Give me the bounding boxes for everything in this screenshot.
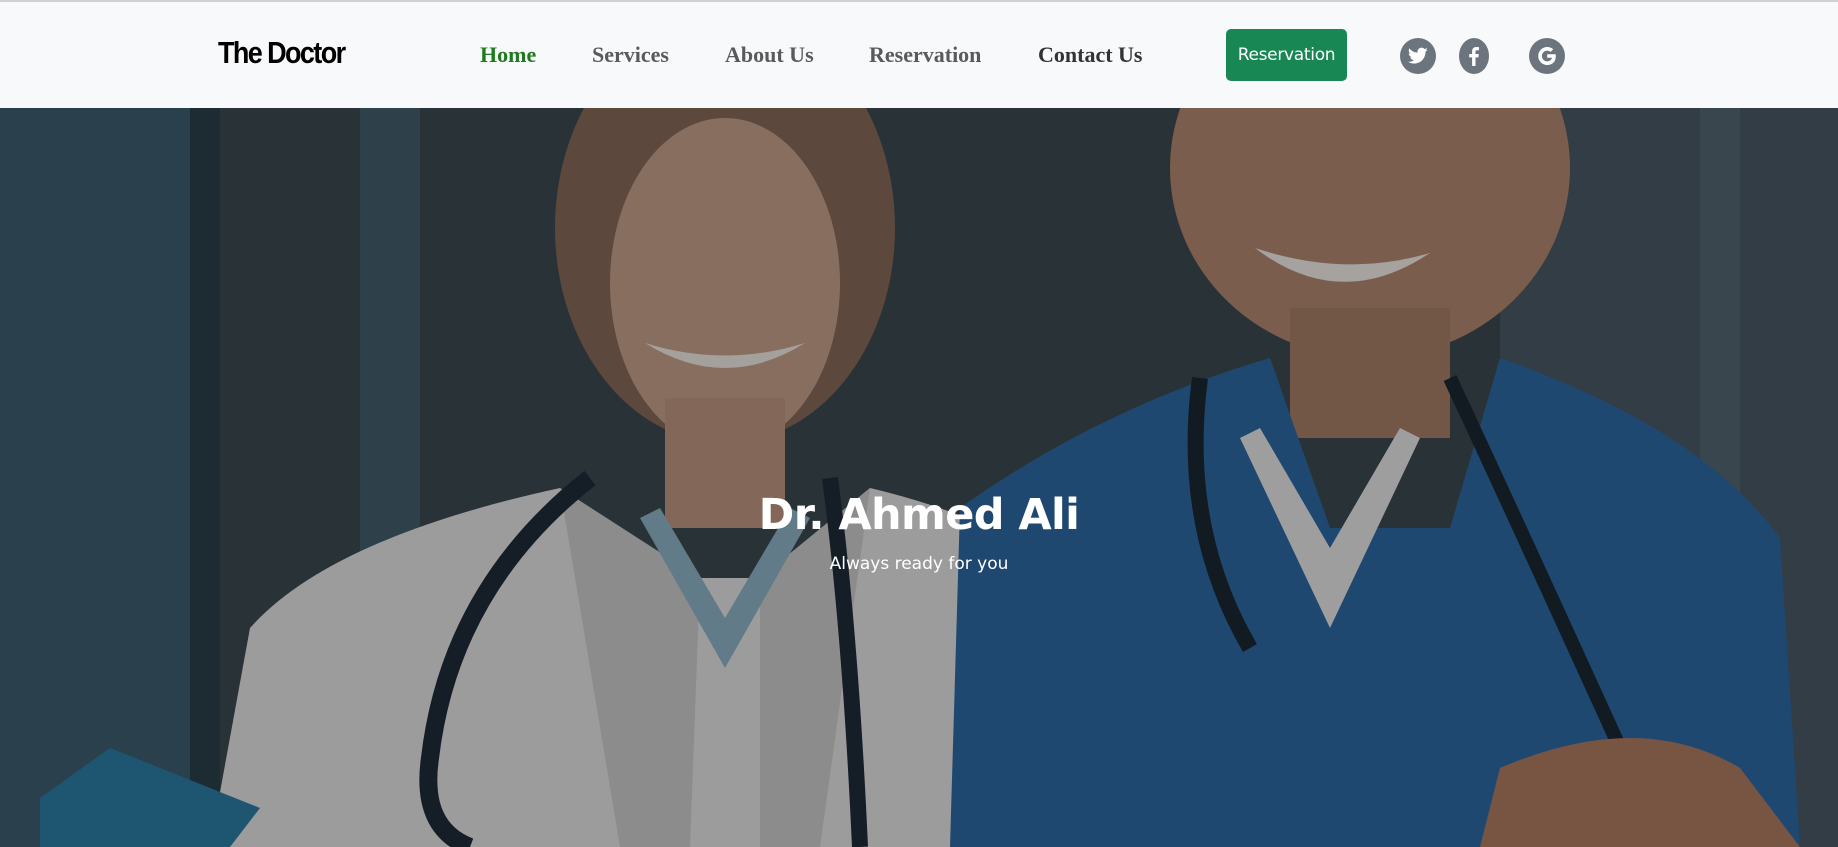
hero-banner: Dr. Ahmed Ali Always ready for you [0, 108, 1838, 847]
hero-title: Dr. Ahmed Ali [758, 490, 1080, 540]
twitter-glyph [1408, 47, 1428, 64]
nav-services[interactable]: Services [592, 42, 669, 68]
twitter-icon[interactable] [1400, 38, 1436, 74]
brand-logo[interactable]: The Doctor [218, 36, 346, 71]
hero-dark-overlay [0, 108, 1838, 847]
facebook-icon[interactable] [1459, 38, 1489, 74]
facebook-glyph [1469, 46, 1479, 66]
nav-home[interactable]: Home [480, 42, 536, 68]
hero-subtitle: Always ready for you [829, 554, 1009, 574]
google-glyph [1538, 47, 1556, 65]
google-icon[interactable] [1529, 38, 1565, 74]
navbar: The Doctor Home Services About Us Reserv… [0, 2, 1838, 108]
nav-reservation[interactable]: Reservation [869, 42, 981, 68]
nav-contact-us[interactable]: Contact Us [1038, 42, 1143, 68]
reservation-button[interactable]: Reservation [1226, 29, 1347, 81]
nav-about-us[interactable]: About Us [725, 42, 814, 68]
